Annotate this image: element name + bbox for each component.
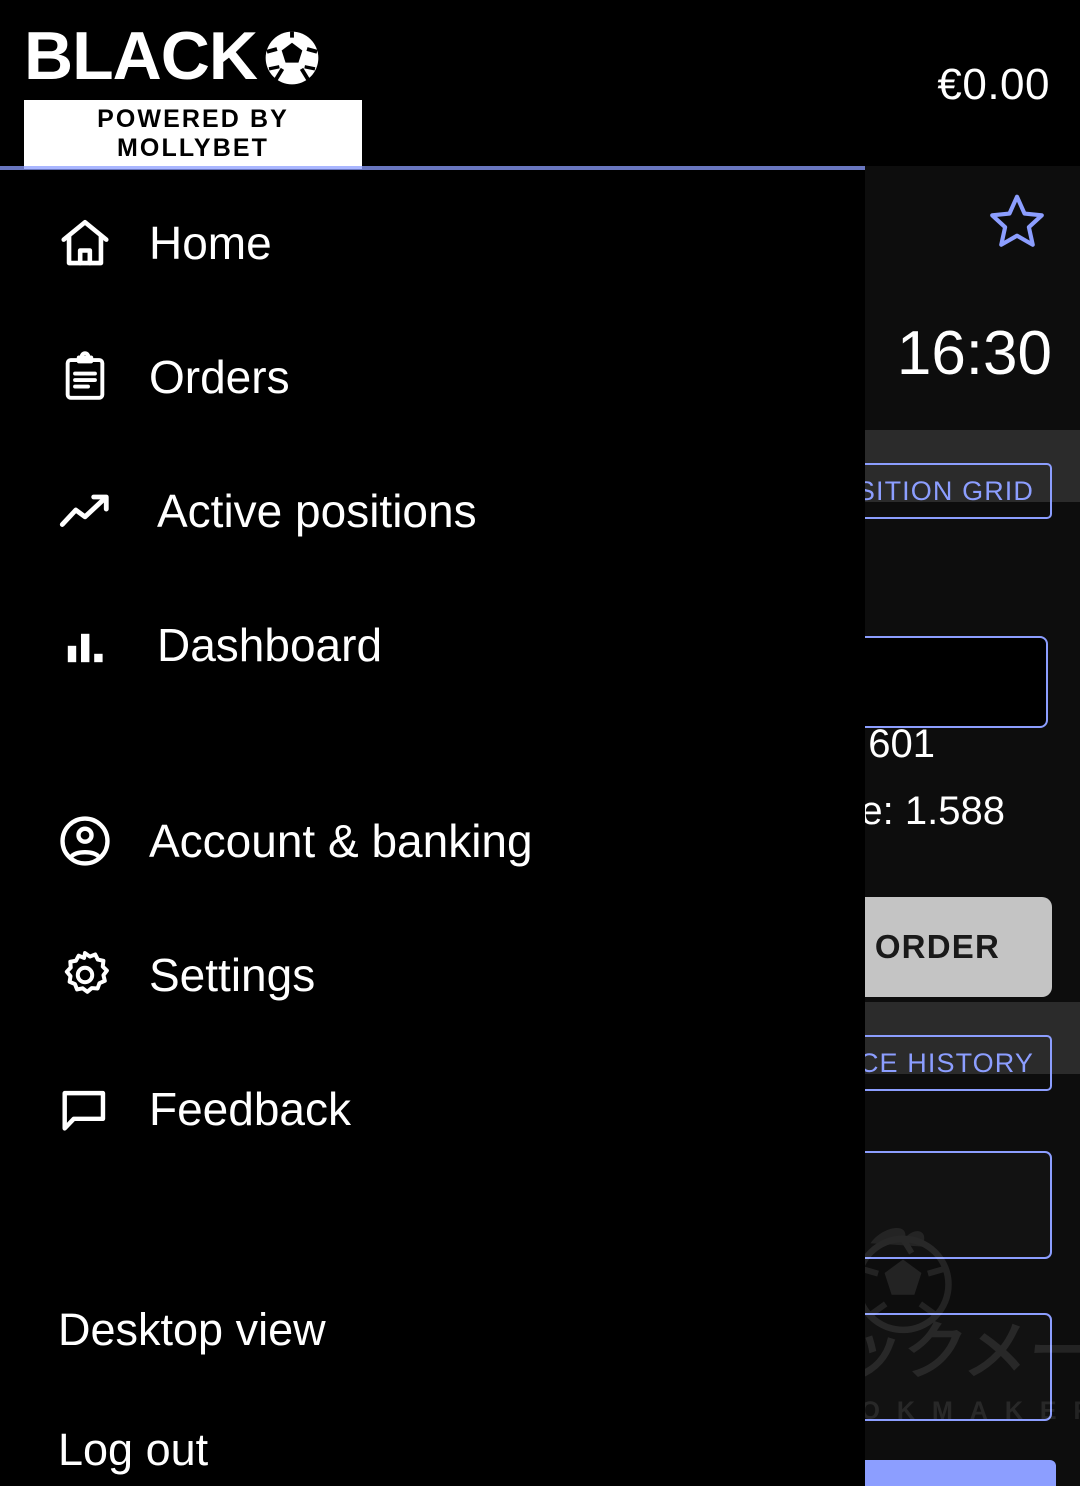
- home-icon: [55, 213, 115, 273]
- clipboard-icon: [55, 347, 115, 407]
- app-root: €0.00 16:30 POSITION GRID 2 .601 e: 1.58…: [0, 0, 1080, 1486]
- soccer-ball-icon: [261, 27, 323, 89]
- logo-tagline: POWERED BY MOLLYBET: [24, 100, 362, 169]
- match-start-time: 16:30: [897, 318, 1052, 389]
- menu-section-divider: [0, 712, 865, 774]
- sidebar-item-label: Feedback: [149, 1082, 351, 1136]
- odds-value-secondary: e: 1.588: [860, 789, 1005, 834]
- chat-bubble-icon: [55, 1079, 115, 1139]
- account-circle-icon: [55, 811, 115, 871]
- bar-chart-icon: [55, 615, 115, 675]
- sidebar-item-label: Orders: [149, 350, 290, 404]
- drawer-header: BLACK POWERED BY MOLLYBET: [0, 0, 865, 166]
- sidebar-item-label: Dashboard: [157, 618, 382, 672]
- logo-wordmark: BLACK: [24, 22, 257, 90]
- sidebar-item-label: Account & banking: [149, 814, 533, 868]
- trending-up-icon: [55, 481, 115, 541]
- desktop-view-link[interactable]: Desktop view: [58, 1270, 326, 1390]
- drawer-divider: [0, 166, 865, 170]
- app-logo[interactable]: BLACK POWERED BY MOLLYBET: [24, 20, 369, 169]
- navigation-drawer: BLACK POWERED BY MOLLYBET: [0, 0, 865, 1486]
- drawer-secondary-links: Desktop view Log out: [58, 1270, 326, 1486]
- sidebar-item-account-banking[interactable]: Account & banking: [0, 774, 865, 908]
- log-out-link[interactable]: Log out: [58, 1390, 326, 1486]
- gear-icon: [55, 945, 115, 1005]
- favourite-star-icon[interactable]: [986, 190, 1048, 252]
- sidebar-item-settings[interactable]: Settings: [0, 908, 865, 1042]
- sidebar-item-home[interactable]: Home: [0, 176, 865, 310]
- sidebar-item-active-positions[interactable]: Active positions: [0, 444, 865, 578]
- sidebar-item-feedback[interactable]: Feedback: [0, 1042, 865, 1176]
- drawer-menu: Home Orders: [0, 176, 865, 1176]
- account-balance: €0.00: [937, 60, 1050, 110]
- sidebar-item-label: Home: [149, 216, 272, 270]
- sidebar-item-dashboard[interactable]: Dashboard: [0, 578, 865, 712]
- odds-value-primary: .601: [857, 722, 935, 767]
- sidebar-item-orders[interactable]: Orders: [0, 310, 865, 444]
- sidebar-item-label: Active positions: [157, 484, 477, 538]
- sidebar-item-label: Settings: [149, 948, 315, 1002]
